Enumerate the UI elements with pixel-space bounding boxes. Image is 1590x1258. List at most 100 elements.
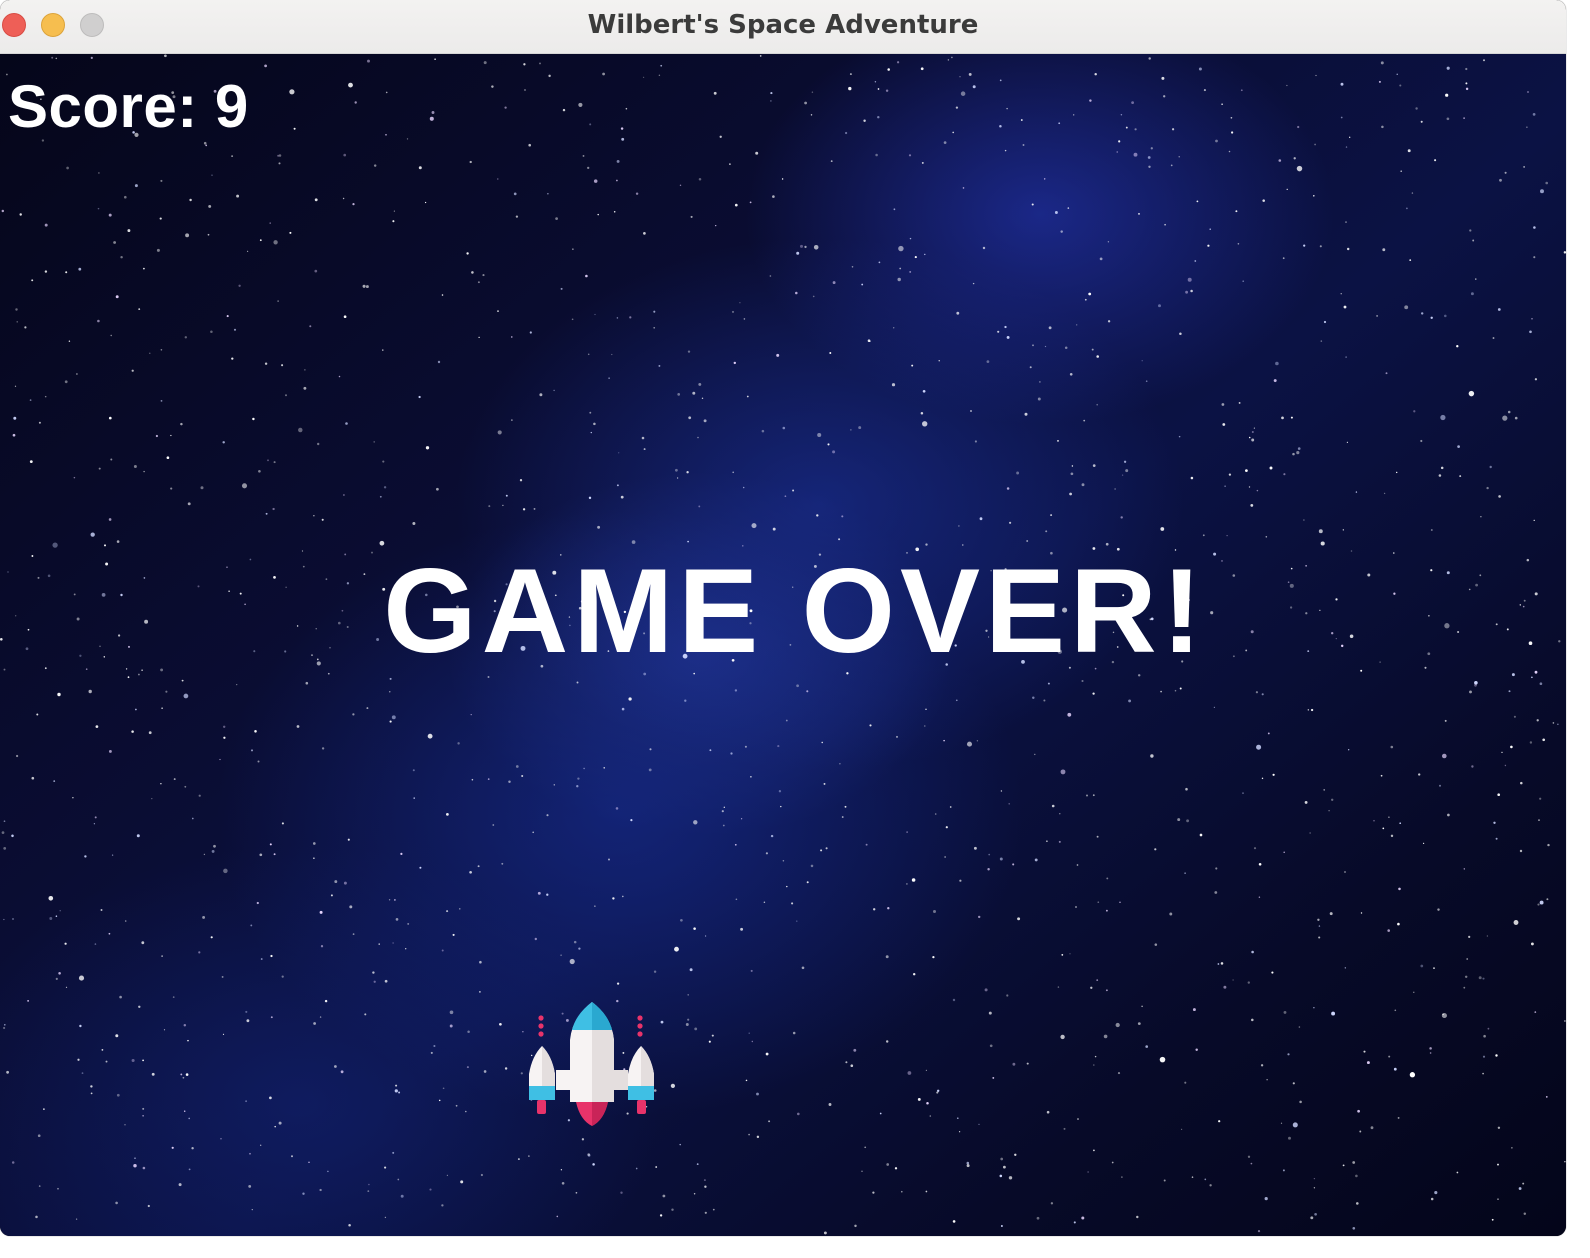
star [863, 119, 866, 122]
star [1393, 1067, 1397, 1071]
star [1060, 769, 1066, 775]
star [248, 1185, 252, 1188]
star [449, 1010, 454, 1015]
star [1340, 293, 1342, 295]
star [1531, 317, 1533, 320]
star [433, 1044, 436, 1048]
star [1313, 1187, 1316, 1189]
star [1069, 372, 1073, 376]
star [988, 853, 991, 856]
star [251, 749, 253, 752]
star [1094, 1055, 1097, 1058]
star [258, 470, 261, 473]
star [1058, 122, 1061, 125]
star [765, 1052, 769, 1056]
star [343, 315, 347, 319]
star [687, 350, 691, 353]
star [885, 955, 889, 959]
star [108, 416, 112, 420]
star [893, 327, 895, 329]
star [620, 127, 624, 130]
star [1044, 345, 1047, 348]
star [906, 883, 908, 885]
star [202, 915, 206, 919]
star [1158, 304, 1161, 308]
star [1230, 116, 1233, 119]
star [256, 901, 259, 905]
star [1154, 848, 1157, 851]
star [1564, 1160, 1566, 1163]
star [1296, 451, 1300, 455]
star [354, 101, 357, 104]
star [688, 416, 692, 420]
star [289, 231, 292, 234]
star [641, 436, 645, 440]
star [418, 166, 422, 170]
star [1232, 979, 1234, 981]
star [254, 730, 257, 733]
star [607, 858, 611, 861]
star [1081, 1216, 1085, 1220]
star [1495, 837, 1498, 840]
star [1529, 741, 1533, 744]
star [1096, 835, 1099, 838]
star [1328, 809, 1330, 812]
star [671, 1208, 674, 1211]
star [483, 1070, 487, 1073]
star [434, 58, 436, 60]
star [425, 446, 430, 450]
star [1363, 1050, 1366, 1053]
star [1278, 159, 1282, 162]
star [693, 820, 698, 825]
star [839, 763, 841, 765]
star [1190, 289, 1193, 293]
star [1034, 753, 1036, 756]
title-bar[interactable]: Wilbert's Space Adventure [0, 0, 1566, 54]
game-canvas[interactable]: Score: 9 GAME OVER! [0, 54, 1566, 1236]
star [820, 849, 823, 852]
star [1498, 495, 1501, 498]
star [750, 775, 752, 778]
star [1006, 994, 1009, 997]
star [776, 353, 780, 357]
star [872, 1191, 875, 1194]
star [1420, 964, 1424, 968]
star [143, 470, 145, 473]
star [3, 847, 7, 850]
star [1396, 73, 1398, 75]
star [887, 907, 890, 910]
star [938, 360, 940, 362]
star [264, 64, 267, 68]
star [589, 123, 592, 126]
star [1346, 441, 1349, 444]
star [796, 684, 799, 688]
star [588, 496, 592, 500]
star [368, 1183, 370, 1186]
star [1221, 103, 1223, 106]
star [257, 760, 260, 763]
star [1017, 917, 1021, 921]
star [1039, 381, 1041, 383]
star [1264, 1196, 1268, 1201]
star [1076, 864, 1079, 866]
star [1429, 1047, 1432, 1050]
star [342, 494, 345, 496]
star [999, 125, 1002, 128]
star [660, 64, 663, 67]
star [560, 1169, 563, 1171]
star [164, 54, 167, 58]
star [958, 525, 960, 527]
star [1008, 803, 1010, 805]
star [693, 927, 696, 930]
star [501, 862, 504, 865]
star [594, 905, 596, 907]
star [929, 1115, 932, 1117]
star [874, 81, 877, 83]
star [1370, 1126, 1374, 1130]
star [53, 780, 56, 782]
star [1447, 813, 1450, 817]
star [1482, 1072, 1484, 1075]
star [1463, 986, 1466, 989]
star [1463, 868, 1466, 870]
star [1174, 689, 1177, 692]
